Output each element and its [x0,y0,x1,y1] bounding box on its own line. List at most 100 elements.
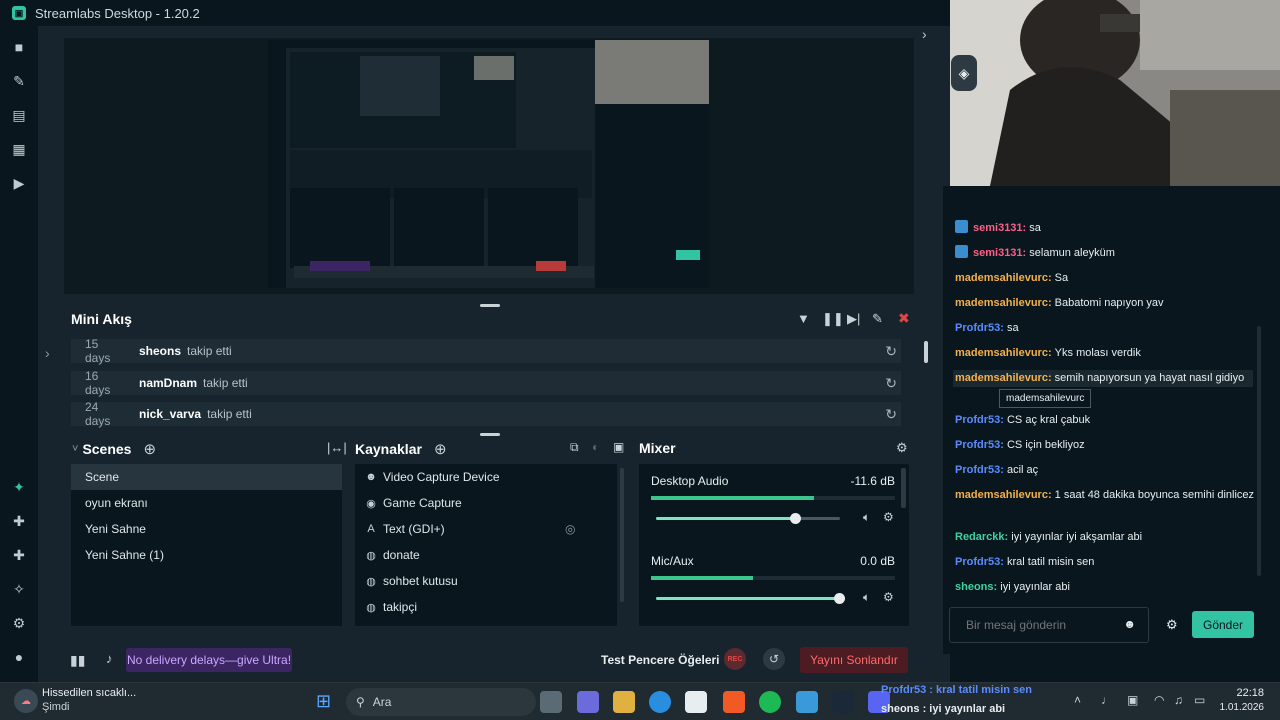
mute-alerts-icon[interactable]: ✎ [872,311,883,327]
studio-icon[interactable]: ■ [0,30,38,64]
chat-input[interactable]: ☻ [949,607,1149,643]
spotify-icon[interactable] [759,691,781,713]
tray-chevron-icon[interactable]: ˄ [1074,693,1081,707]
volume-icon[interactable]: ♫ [1174,693,1183,707]
taskbar-search[interactable]: ⚲ Ara [346,688,536,716]
source-item[interactable]: ☻ Video Capture Device [355,464,617,490]
channel-settings-icon[interactable]: ⚙ [883,510,894,524]
channel-settings-icon[interactable]: ⚙ [883,590,894,604]
chat-username[interactable]: semi3131 [973,222,1023,234]
chat-username[interactable]: mademsahilevurc [955,489,1048,501]
chat-username[interactable]: mademsahilevurc [955,347,1048,359]
end-stream-button[interactable]: Yayını Sonlandır [800,647,908,673]
filter-icon[interactable]: ▼ [797,311,810,326]
scene-transitions-icon[interactable]: |↔| [327,440,347,455]
collab-icon[interactable]: ✚ [0,538,38,572]
source-item[interactable]: ◉ Game Capture [355,490,617,516]
ultra-upsell-button[interactable]: No delivery delays—give Ultra! [126,648,292,672]
themes-icon[interactable]: ✎ [0,64,38,98]
chat-username[interactable]: Profdr53 [955,439,1000,451]
scene-item[interactable]: Yeni Sahne (1) [71,542,342,568]
chevron-down-icon[interactable]: ˅ [72,443,78,455]
feed-scrollbar[interactable] [924,341,928,363]
chat-username[interactable]: Profdr53 [955,556,1000,568]
chat-username[interactable]: Profdr53 [955,322,1000,334]
chat-username[interactable]: mademsahilevurc [955,272,1048,284]
copilot-icon[interactable] [577,691,599,713]
app-icon[interactable] [796,691,818,713]
brave-icon[interactable] [723,691,745,713]
source-group-icon[interactable]: ⧉ [570,440,579,455]
wifi-icon[interactable]: ◠ [1154,693,1164,707]
drag-handle[interactable] [480,304,500,307]
speaker-icon[interactable]: 🔈︎ [863,590,870,605]
chat-username[interactable]: Profdr53 [955,414,1000,426]
clock-date[interactable]: 1.01.2026 [1206,702,1265,713]
source-item[interactable]: A Text (GDI+) ◎ [355,516,617,542]
expand-chevron-icon[interactable]: › [45,345,50,361]
drag-handle[interactable] [480,433,500,436]
source-audio-icon[interactable]: ◐ [592,440,599,454]
pause-icon[interactable]: ❚❚ [822,311,844,327]
mixer-scrollbar[interactable] [901,468,906,508]
steam-icon[interactable] [832,691,854,713]
store-icon[interactable]: ▤ [0,98,38,132]
replay-buffer-icon[interactable]: ↺ [763,648,785,670]
recordings-icon[interactable]: ▦ [0,132,38,166]
replay-icon[interactable]: ↻ [885,375,897,392]
chat-username[interactable]: sheons [955,581,994,593]
highlighter-icon[interactable]: ✦ [0,470,38,504]
settings-icon[interactable]: ⚙ [0,606,38,640]
replay-icon[interactable]: ↻ [885,343,897,360]
store-app-icon[interactable] [685,691,707,713]
stream-preview[interactable] [64,38,914,294]
hidden-eye-icon[interactable]: ◎ [565,522,575,536]
weather-title[interactable]: Hissedilen sıcaklı... [42,687,136,699]
stats-icon[interactable]: ▮▮ [70,652,85,669]
chat-username[interactable]: Redarckk [955,531,1005,543]
chat-text-field[interactable] [950,608,1110,642]
send-button[interactable]: Gönder [1192,611,1254,638]
add-scene-icon[interactable]: ⊕ [143,440,156,458]
source-item[interactable]: ◍ takipçi [355,594,617,620]
scene-item[interactable]: Scene [71,464,342,490]
ai-icon[interactable]: ✧ [0,572,38,606]
clock-time[interactable]: 22:18 [1216,687,1264,699]
replay-icon[interactable]: ↻ [885,406,897,423]
chevron-right-icon[interactable]: › [922,26,936,42]
scene-item[interactable]: oyun ekranı [71,490,342,516]
chat-username[interactable]: Profdr53 [955,464,1000,476]
volume-slider[interactable] [656,593,845,604]
profile-icon[interactable]: ● [0,640,38,674]
source-folder-icon[interactable]: ▣ [613,440,624,454]
tray-app-icon[interactable]: ▣ [1127,693,1138,707]
integrations-icon[interactable]: ✚ [0,504,38,538]
speaker-icon[interactable]: 🔈︎ [863,510,870,525]
chat-username[interactable]: semi3131 [973,247,1023,259]
test-widgets-button[interactable]: Test Pencere Öğeleri [601,653,720,667]
source-item[interactable]: ◍ sohbet kutusu [355,568,617,594]
task-view-icon[interactable] [540,691,562,713]
scene-item[interactable]: Yeni Sahne [71,516,342,542]
weather-icon[interactable]: ☁ [14,689,38,713]
add-source-icon[interactable]: ⊕ [434,440,447,458]
volume-slider[interactable] [656,513,840,524]
chat-settings-icon[interactable]: ⚙ [1166,617,1178,633]
disable-alerts-icon[interactable]: ✖ [898,310,910,327]
emoji-icon[interactable]: ☻ [1123,617,1136,631]
skip-icon[interactable]: ▶| [847,311,860,327]
notification-bell-icon[interactable]: ♪ [106,651,113,666]
chat-username[interactable]: mademsahilevurc [955,372,1048,384]
chat-username[interactable]: mademsahilevurc [955,297,1048,309]
mixer-settings-icon[interactable]: ⚙ [896,440,908,456]
source-item[interactable]: ◍ donate [355,542,617,568]
sources-scrollbar[interactable] [620,468,624,602]
windows-start-icon[interactable]: ⊞ [316,691,331,712]
edge-icon[interactable] [649,691,671,713]
microphone-icon[interactable]: ♩ [1101,693,1113,707]
record-button[interactable]: REC [724,648,746,670]
battery-icon[interactable]: ▭ [1194,693,1205,707]
file-explorer-icon[interactable] [613,691,635,713]
chat-scrollbar[interactable] [1257,326,1261,576]
play-icon[interactable]: ▶ [0,166,38,200]
